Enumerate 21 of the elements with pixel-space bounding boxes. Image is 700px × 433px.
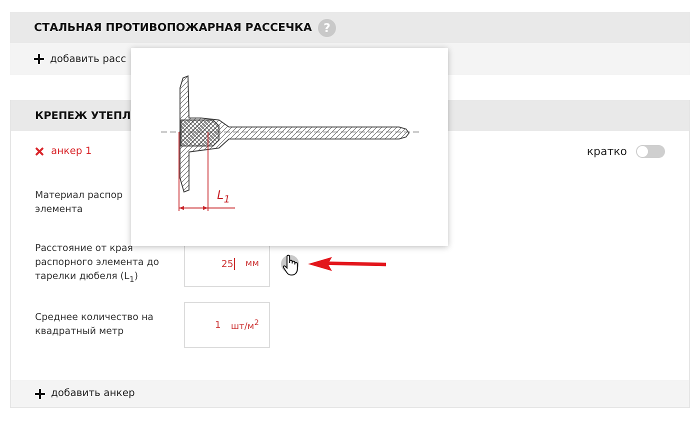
input-value: 25	[221, 258, 234, 270]
add-link[interactable]: добавить расс	[50, 54, 126, 64]
section-title: СТАЛЬНАЯ ПРОТИВОПОЖАРНАЯ РАССЕЧКА	[34, 21, 312, 34]
plus-icon[interactable]	[34, 54, 44, 64]
plus-icon[interactable]	[35, 388, 45, 398]
dimension-label: L$_{1}$	[217, 188, 230, 208]
toggle-switch[interactable]	[636, 144, 665, 158]
add-link[interactable]: добавить анкер	[51, 388, 135, 399]
field-label: Среднее количество на квадратный метр	[35, 311, 154, 339]
field-label: Расстояние от края распорного элемента до тарелки дюбеля (L$_{1}$)	[35, 242, 160, 286]
field-label: Материал распор	[35, 189, 124, 203]
field-label: элемента	[35, 203, 84, 217]
section-title: КРЕПЕЖ УТЕПЛ	[35, 110, 131, 122]
unit-label: шт/м$^{2}$	[230, 318, 259, 332]
anchor-name[interactable]: анкер 1	[51, 146, 92, 156]
hand-cursor-icon	[282, 254, 300, 276]
toggle-label: кратко	[586, 144, 627, 158]
unit-label: мм	[245, 259, 259, 269]
delete-icon[interactable]	[35, 146, 44, 156]
input-value: 1	[214, 320, 221, 330]
input-field[interactable]: 1 шт/м$^{2}$	[184, 302, 270, 348]
